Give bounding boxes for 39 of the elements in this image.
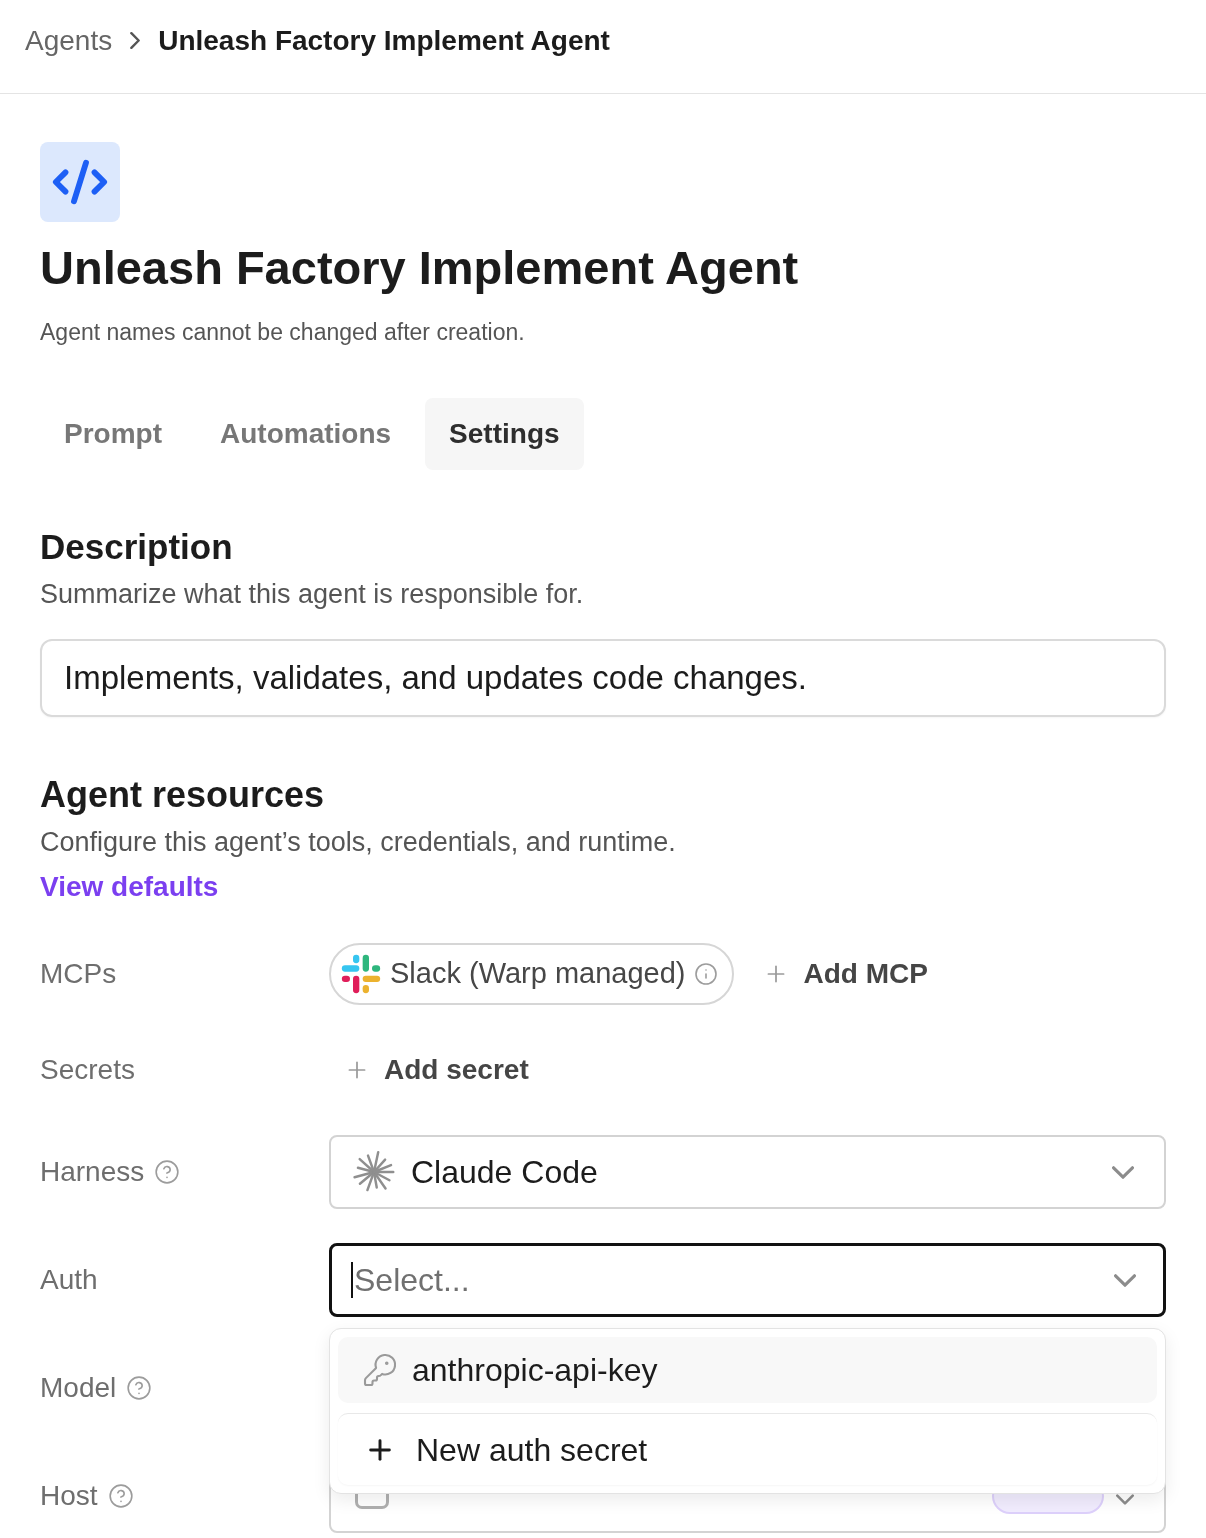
menu-item[interactable]: New auth secret [338, 1413, 1157, 1485]
field-label: Model [40, 1371, 117, 1405]
section-heading: Agent resources [40, 775, 326, 815]
breadcrumb-link[interactable]: Agents [25, 19, 113, 62]
mcp-chip[interactable]: Slack (Warp managed) [329, 943, 735, 1005]
agent-title: Unleash Factory Implement Agent [40, 240, 800, 296]
description-field[interactable]: Implements, validates, and updates code changes. [40, 639, 1166, 717]
agent-note: Agent names cannot be changed after creation. [40, 318, 526, 347]
starburst-icon [353, 1151, 395, 1193]
chevron-right-icon [130, 32, 141, 49]
slack-icon [341, 954, 381, 994]
field-label: Auth [40, 1263, 98, 1297]
chevron-down-icon [1116, 1493, 1134, 1505]
add-button[interactable]: Add secret [329, 1046, 544, 1094]
menu-item[interactable]: anthropic-api-key [338, 1337, 1157, 1403]
field-label: Harness [40, 1155, 145, 1189]
section-heading: Description [40, 527, 234, 567]
chevron-down-icon [1114, 1274, 1136, 1287]
section-subtitle: Configure this agent’s tools, credentials, and runtime. [40, 826, 677, 859]
harness-select[interactable]: Claude Code [329, 1135, 1166, 1209]
help-icon[interactable] [107, 1483, 134, 1509]
auth-select[interactable]: Select... [329, 1243, 1166, 1317]
field-label: Host [40, 1479, 98, 1513]
field-label: Secrets [40, 1053, 135, 1087]
tab[interactable]: Automations [196, 398, 416, 470]
chevron-down-icon [1112, 1165, 1134, 1179]
field-label: MCPs [40, 957, 117, 991]
view-defaults-link[interactable]: View defaults [40, 870, 219, 904]
key-icon [362, 1352, 398, 1388]
tab[interactable]: Prompt [40, 398, 186, 470]
add-button[interactable]: Add MCP [748, 950, 943, 998]
tab[interactable]: Settings [425, 398, 584, 470]
help-icon[interactable] [154, 1159, 181, 1185]
breadcrumb-link[interactable]: Unleash Factory Implement Agent [158, 19, 610, 62]
info-icon[interactable] [694, 962, 719, 986]
section-subtitle: Summarize what this agent is responsible for. [40, 578, 585, 611]
code-icon [40, 142, 120, 222]
text-cursor-icon [351, 1262, 353, 1298]
help-icon[interactable] [126, 1375, 153, 1401]
